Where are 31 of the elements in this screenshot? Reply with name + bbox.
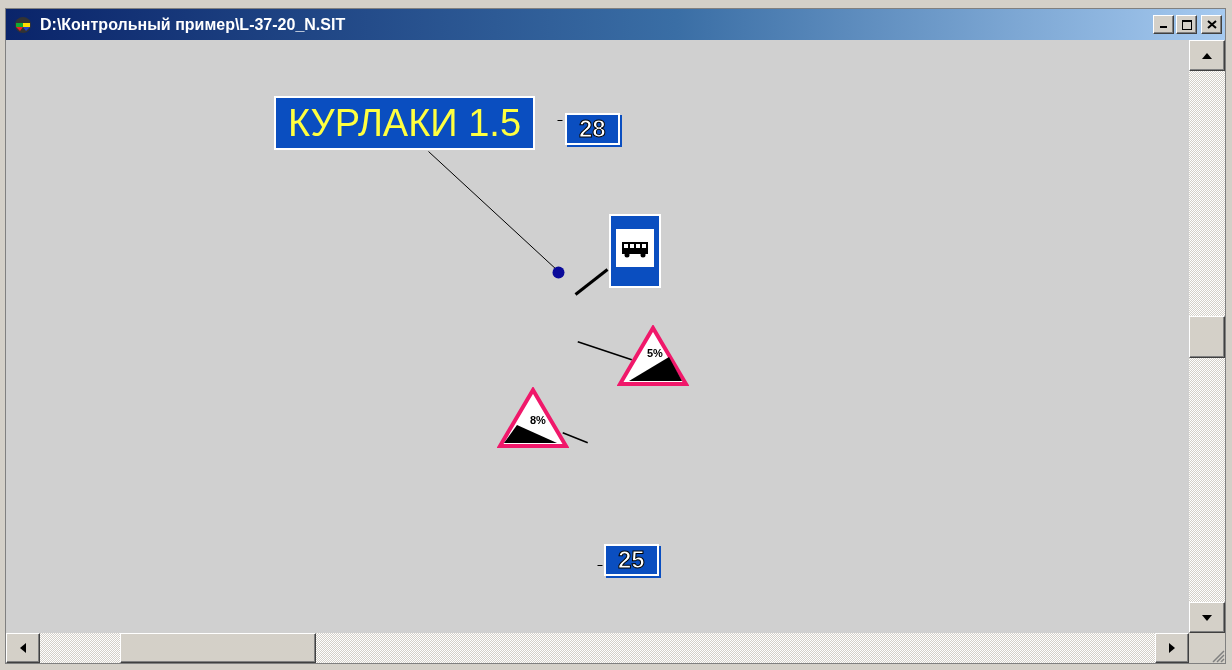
slope-sign: [497, 387, 569, 449]
leader-line: [556, 119, 563, 121]
number-label: 28: [565, 113, 620, 145]
left-arrow-icon: [20, 643, 26, 653]
place-label: КУРЛАКИ 1.5: [274, 96, 536, 150]
minimize-button[interactable]: [1153, 15, 1174, 34]
maximize-button[interactable]: [1176, 15, 1197, 34]
point-marker: [552, 266, 565, 279]
leader-line: [596, 564, 603, 566]
up-arrow-icon: [1202, 52, 1212, 59]
scroll-right-button[interactable]: [1155, 633, 1189, 663]
down-arrow-icon: [1202, 614, 1212, 621]
scroll-left-button[interactable]: [6, 633, 40, 663]
close-icon: [1206, 20, 1217, 29]
scrollbar-thumb[interactable]: [1189, 315, 1225, 358]
resize-grip-icon[interactable]: [1211, 649, 1225, 663]
slope-percent: 8%: [530, 414, 546, 426]
scroll-up-button[interactable]: [1189, 40, 1225, 71]
right-arrow-icon: [1169, 643, 1175, 653]
leader-line: [573, 267, 609, 296]
scroll-down-button[interactable]: [1189, 602, 1225, 633]
leader-line: [562, 432, 589, 444]
slope-percent: 5%: [647, 347, 663, 359]
close-button[interactable]: [1201, 15, 1222, 34]
slope-sign: [617, 325, 689, 387]
scrollbar-thumb[interactable]: [120, 633, 316, 663]
maximize-icon: [1181, 19, 1192, 30]
leader-line: [577, 341, 633, 361]
number-label: 25: [604, 544, 659, 576]
window-title: D:\Контрольный пример\L-37-20_N.SIT: [40, 15, 347, 34]
app-icon: [12, 14, 34, 35]
